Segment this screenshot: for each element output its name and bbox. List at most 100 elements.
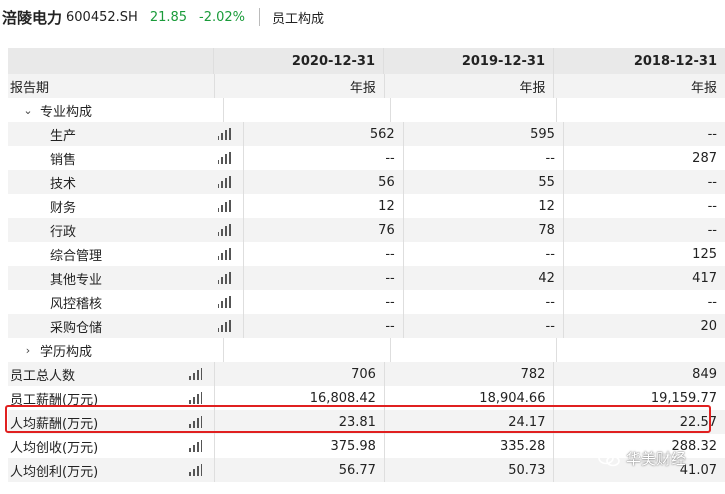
row-label-cell: 其他专业 [8,266,243,290]
table-row[interactable]: 技术 56 55 -- [8,170,725,194]
value-cell: 375.98 [214,434,384,458]
value-cell [556,98,725,122]
value-cell: 782 [383,362,554,386]
bar-chart-icon[interactable] [217,128,231,140]
row-label-cell: 综合管理 [8,242,243,266]
value-cell: -- [242,290,403,314]
value-cell: 706 [214,362,384,386]
row-label: 综合管理 [50,248,103,264]
table-header-row: 2020-12-31 2019-12-31 2018-12-31 [8,48,725,74]
bar-chart-icon[interactable] [189,464,203,476]
bar-chart-icon[interactable] [217,200,231,212]
value-cell: 849 [553,362,725,386]
page-title[interactable]: 员工构成 [272,8,324,27]
table-row[interactable]: 行政 76 78 -- [8,218,725,242]
row-label: 人均创收(万元) [10,440,99,456]
value-cell: -- [562,290,725,314]
row-label: 技术 [50,176,77,192]
bar-chart-icon[interactable] [189,440,203,452]
row-label-cell: 生产 [8,122,243,146]
chevron-right-icon[interactable]: › [22,344,34,357]
value-cell [556,338,725,362]
row-label-cell: 技术 [8,170,243,194]
value-cell: 55 [402,170,563,194]
value-cell [222,98,390,122]
bar-chart-icon[interactable] [189,368,203,380]
value-cell: 年报 [383,74,554,98]
table-row[interactable]: 财务 12 12 -- [8,194,725,218]
value-cell: -- [242,242,403,266]
value-cell: 12 [242,194,403,218]
chevron-down-icon[interactable]: ⌄ [22,104,34,117]
row-label-cell: › 学历构成 [8,338,223,362]
row-label: 员工总人数 [10,368,76,384]
row-label-cell: 人均创收(万元) [8,434,214,458]
company-name: 涪陵电力 [2,8,63,27]
value-cell: 417 [562,266,725,290]
table-row[interactable]: 综合管理 -- -- 125 [8,242,725,266]
row-label-cell: 人均创利(万元) [8,458,214,482]
table-row[interactable]: 采购仓储 -- -- 20 [8,314,725,338]
bar-chart-icon[interactable] [217,152,231,164]
value-cell [389,338,557,362]
row-label-cell: 行政 [8,218,243,242]
table-row[interactable]: 销售 -- -- 287 [8,146,725,170]
stock-price: 21.85 [149,9,188,25]
watermark: 华美财经 [598,448,686,469]
table-row[interactable]: 生产 562 595 -- [8,122,725,146]
value-cell: 595 [402,122,563,146]
value-cell: 335.28 [383,434,554,458]
row-label: 学历构成 [40,344,93,360]
row-label: 销售 [50,152,77,168]
row-label-cell: 报告期 [8,74,214,98]
stock-header: 涪陵电力 600452.SH 21.85 -2.02% 员工构成 [0,0,725,34]
table-row[interactable]: 风控稽核 -- -- -- [8,290,725,314]
row-label: 报告期 [10,80,50,96]
row-label-cell: 财务 [8,194,243,218]
bar-chart-icon[interactable] [217,272,231,284]
value-cell: -- [402,314,563,338]
value-cell: 78 [402,218,563,242]
table-row[interactable]: 报告期 年报 年报 年报 [8,74,725,98]
bar-chart-icon[interactable] [217,320,231,332]
bar-chart-icon[interactable] [217,248,231,260]
value-cell: 56.77 [214,458,384,482]
value-cell: -- [562,194,725,218]
value-cell: 287 [562,146,725,170]
row-label: 生产 [50,128,77,144]
table-row[interactable]: 其他专业 -- 42 417 [8,266,725,290]
value-cell: 42 [402,266,563,290]
row-label: 其他专业 [50,272,103,288]
value-cell [222,338,390,362]
bar-chart-icon[interactable] [217,176,231,188]
stock-code: 600452.SH [66,9,138,25]
column-header[interactable]: 2018-12-31 [553,48,725,74]
value-cell: -- [562,218,725,242]
table-header-corner [8,48,213,74]
value-cell: 年报 [553,74,725,98]
value-cell: -- [562,122,725,146]
table-row[interactable]: › 学历构成 [8,338,725,362]
row-label: 风控稽核 [50,296,103,312]
row-label-cell: 风控稽核 [8,290,243,314]
table-row[interactable]: ⌄ 专业构成 [8,98,725,122]
header-divider [259,8,261,26]
value-cell: 12 [402,194,563,218]
value-cell: -- [402,290,563,314]
bar-chart-icon[interactable] [217,224,231,236]
value-cell: 562 [242,122,403,146]
row-label: 财务 [50,200,77,216]
column-header[interactable]: 2019-12-31 [383,48,553,74]
bar-chart-icon[interactable] [189,392,203,404]
value-cell [389,98,557,122]
row-label-cell: 员工总人数 [8,362,214,386]
column-header[interactable]: 2020-12-31 [213,48,383,74]
value-cell: 年报 [214,74,384,98]
watermark-text: 华美财经 [626,450,687,468]
row-label-cell: 采购仓储 [8,314,243,338]
price-change: -2.02% [199,9,246,25]
value-cell: -- [402,146,563,170]
table-row[interactable]: 员工总人数 706 782 849 [8,362,725,386]
value-cell: -- [562,170,725,194]
bar-chart-icon[interactable] [217,296,231,308]
